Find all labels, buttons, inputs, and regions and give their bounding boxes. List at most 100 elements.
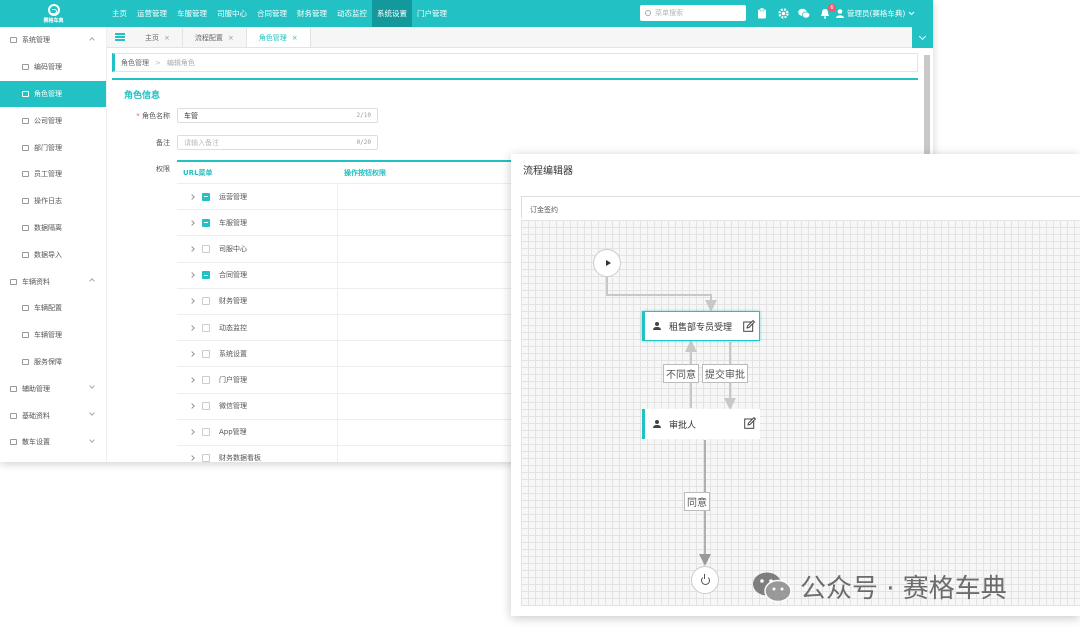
brand-logo[interactable]: 赛格车典: [0, 0, 107, 27]
permission-checkbox[interactable]: [202, 402, 210, 411]
menu-toggle-button[interactable]: [107, 26, 133, 47]
bell-icon[interactable]: 6: [819, 3, 836, 20]
sidebar-group[interactable]: 基础资料: [0, 402, 106, 429]
expand-arrow-icon[interactable]: [189, 377, 195, 383]
top-nav-item[interactable]: 主页: [107, 0, 132, 27]
top-nav-item[interactable]: 合同管理: [252, 0, 292, 27]
permission-checkbox[interactable]: [202, 454, 210, 462]
sidebar-item[interactable]: 车辆管理: [0, 322, 106, 349]
sidebar-item[interactable]: 操作日志: [0, 188, 106, 215]
role-name-input[interactable]: 车管 2/10: [177, 108, 378, 123]
remark-counter: 0/20: [356, 139, 371, 146]
user-menu[interactable]: 管理员(赛格车典): [836, 8, 915, 19]
permission-checkbox[interactable]: [202, 297, 210, 306]
person-icon: [653, 420, 661, 428]
tab[interactable]: 角色管理 ×: [246, 28, 311, 47]
edit-icon[interactable]: [743, 320, 755, 332]
expand-arrow-icon[interactable]: [189, 219, 195, 226]
permission-checkbox[interactable]: [202, 323, 210, 332]
breadcrumb-parent[interactable]: 角色管理: [121, 58, 149, 68]
close-icon[interactable]: ×: [292, 34, 298, 42]
table-cell: 动态监控: [177, 314, 338, 341]
edge-start-to-task1[interactable]: [606, 277, 717, 312]
close-icon[interactable]: ×: [228, 34, 234, 42]
sidebar-item[interactable]: 服务保障: [0, 349, 106, 376]
edge-label-reject[interactable]: 不同意: [663, 364, 699, 383]
chevron-down-icon: [909, 11, 915, 16]
top-nav-item[interactable]: 司服中心: [212, 0, 252, 27]
permission-label: 车服管理: [219, 218, 247, 227]
sidebar-group[interactable]: 辅助管理: [0, 375, 106, 402]
menu-item-icon: [10, 439, 17, 446]
permission-label: 财务管理: [219, 297, 247, 306]
sidebar-group[interactable]: 车辆资料: [0, 268, 106, 295]
top-nav-item[interactable]: 门户管理: [412, 0, 452, 27]
edge-label-agree[interactable]: 同意: [684, 492, 710, 511]
notification-badge: 6: [828, 3, 836, 12]
expand-arrow-icon[interactable]: [189, 272, 195, 278]
chevron-up-icon: [89, 278, 95, 285]
edge-label-submit[interactable]: 提交审批: [702, 364, 748, 383]
top-nav-item[interactable]: 系统设置: [372, 0, 412, 27]
expand-arrow-icon[interactable]: [189, 246, 195, 252]
table-row: 合同管理: [177, 261, 512, 288]
permission-label: 司服中心: [219, 244, 247, 253]
task-node-task1[interactable]: 租售部专员受理: [642, 311, 760, 341]
expand-arrow-icon[interactable]: [189, 350, 195, 357]
expand-arrow-icon[interactable]: [189, 455, 195, 462]
permission-checkbox[interactable]: [202, 375, 210, 384]
top-nav-item[interactable]: 财务管理: [292, 0, 332, 27]
process-name: 订金签约: [521, 196, 1080, 218]
permission-label: 动态监控: [219, 323, 247, 332]
close-icon[interactable]: ×: [164, 34, 170, 42]
expand-arrow-icon[interactable]: [189, 403, 195, 409]
permission-label: App管理: [219, 428, 247, 437]
watermark: 公众号 · 赛格车典: [752, 568, 1007, 605]
sidebar-item[interactable]: 部门管理: [0, 134, 106, 161]
wechat-icon[interactable]: [798, 8, 810, 20]
sidebar-item[interactable]: 角色管理: [0, 80, 106, 108]
start-node[interactable]: [593, 249, 621, 277]
expand-arrow-icon[interactable]: [189, 193, 195, 200]
end-node[interactable]: [691, 566, 719, 594]
tab[interactable]: 主页 ×: [133, 28, 183, 47]
sidebar-item-label: 车辆管理: [34, 331, 62, 340]
menu-item-icon: [22, 117, 29, 124]
logo-icon: [47, 3, 60, 16]
sidebar-group[interactable]: 系统管理: [0, 27, 106, 54]
sidebar-item[interactable]: 编码管理: [0, 54, 106, 81]
sidebar-item[interactable]: 车辆配置: [0, 295, 106, 322]
permission-checkbox[interactable]: [202, 244, 210, 253]
top-nav-item[interactable]: 车服管理: [172, 0, 212, 27]
sidebar-group[interactable]: 散车设置: [0, 429, 106, 456]
permission-checkbox[interactable]: [202, 349, 210, 358]
expand-arrow-icon[interactable]: [189, 429, 195, 436]
permission-checkbox[interactable]: [202, 218, 210, 227]
task-node-task2[interactable]: 审批人: [642, 409, 760, 439]
edit-icon[interactable]: [744, 417, 756, 429]
menu-search-input[interactable]: 菜单搜索: [640, 5, 746, 21]
top-nav-item[interactable]: 动态监控: [332, 0, 372, 27]
sidebar-item[interactable]: 数据隔离: [0, 215, 106, 242]
chevron-down-icon: [89, 410, 95, 416]
top-nav-item[interactable]: 运营管理: [132, 0, 172, 27]
permission-checkbox[interactable]: [202, 271, 210, 280]
flow-canvas[interactable]: 租售部专员受理 审批人 不同意 提交审批 同意: [521, 220, 1080, 606]
menu-item-icon: [22, 305, 29, 312]
clipboard-icon[interactable]: [756, 8, 768, 20]
permission-checkbox[interactable]: [202, 428, 210, 437]
gear-icon[interactable]: [777, 8, 789, 20]
menu-item-icon: [22, 90, 29, 97]
sidebar-item[interactable]: 数据导入: [0, 241, 106, 268]
expand-arrow-icon[interactable]: [189, 298, 195, 305]
tab-label: 角色管理: [258, 33, 287, 42]
permission-checkbox[interactable]: [202, 192, 210, 201]
expand-arrow-icon[interactable]: [189, 324, 195, 331]
remark-input[interactable]: 请输入备注 0/20: [177, 135, 378, 150]
tab-dropdown-button[interactable]: [912, 27, 933, 48]
sidebar-item[interactable]: 员工管理: [0, 161, 106, 188]
sidebar-item[interactable]: 公司管理: [0, 107, 106, 134]
scrollbar-thumb[interactable]: [924, 55, 930, 155]
tab[interactable]: 流程配置 ×: [183, 28, 247, 47]
sidebar-item-label: 散车设置: [22, 438, 50, 447]
